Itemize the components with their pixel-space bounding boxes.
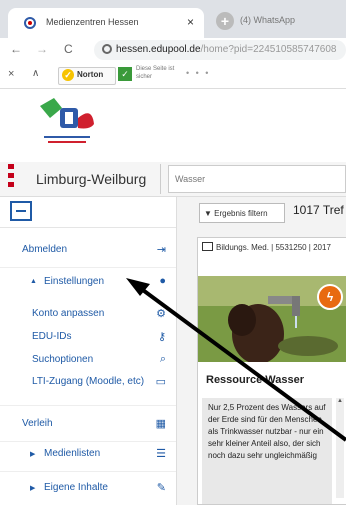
url-path: /home?pid=224510585747608 <box>200 44 337 55</box>
site-header: Limburg-Weilburg <box>0 162 346 197</box>
sidebar-item-eigene-inhalte[interactable]: ▶ Eigene Inhalte ✎ <box>0 479 176 499</box>
norton-label: Norton <box>77 70 104 79</box>
site-info-icon[interactable] <box>102 44 112 54</box>
expand-triangle-icon: ▶ <box>30 451 36 458</box>
result-card[interactable]: Bildungs. Med. | 5531250 | 2017 ϟ Ressou… <box>197 237 346 505</box>
sidebar: Abmelden ⇥ ▲ Einstellungen ● Konto anpas… <box>0 197 177 505</box>
browser-tab-whatsapp[interactable]: + (4) WhatsApp <box>212 10 346 36</box>
list-icon: ☰ <box>156 448 166 460</box>
filter-icon: ▼ <box>204 209 212 218</box>
results-panel: ▼ Ergebnis filtern 1017 Tref Bildungs. M… <box>177 197 346 505</box>
tab2-title: (4) WhatsApp <box>240 15 296 25</box>
back-icon[interactable]: ← <box>10 42 22 56</box>
close-icon[interactable]: × <box>8 68 14 80</box>
sidebar-divider <box>0 267 176 268</box>
sidebar-item-abmelden[interactable]: Abmelden ⇥ <box>0 241 176 261</box>
more-dots-icon[interactable]: • • • <box>186 68 210 78</box>
gear-icon: ⚙ <box>156 308 166 320</box>
sidebar-divider <box>0 227 176 228</box>
logout-icon: ⇥ <box>156 244 166 256</box>
search-icon: ⌕ <box>159 353 166 365</box>
site-favicon-icon <box>24 17 36 29</box>
scroll-up-icon[interactable]: ▲ <box>337 398 343 404</box>
search-input[interactable] <box>169 166 341 192</box>
norton-button[interactable]: ✓ Norton <box>58 67 116 85</box>
tab-close-icon[interactable]: × <box>187 15 194 29</box>
sidebar-item-label: EDU-IDs <box>32 331 72 342</box>
sidebar-item-einstellungen[interactable]: ▲ Einstellungen ● <box>0 273 176 293</box>
card-meta: Bildungs. Med. | 5531250 | 2017 <box>216 243 331 252</box>
chevron-up-icon[interactable]: ∧ <box>32 68 39 79</box>
calendar-icon: ▦ <box>155 418 166 430</box>
search-field[interactable] <box>168 165 346 193</box>
tab-title: Medienzentren Hessen <box>46 17 139 27</box>
card-title[interactable]: Ressource Wasser <box>206 374 304 386</box>
sidebar-item-medienlisten[interactable]: ▶ Medienlisten ☰ <box>0 445 176 465</box>
safeweb-text: Diese Seite ist sicher <box>136 66 175 80</box>
header-divider <box>160 164 161 194</box>
expand-triangle-icon: ▲ <box>30 278 37 285</box>
monitor-icon: ▭ <box>155 376 166 388</box>
card-description: Nur 2,5 Prozent des Wassers auf der Erde… <box>202 398 332 504</box>
sidebar-item-verleih[interactable]: Verleih ▦ <box>0 415 176 435</box>
sidebar-item-label: Eigene Inhalte <box>44 482 108 493</box>
description-scrollbar[interactable]: ▲ <box>336 398 344 498</box>
card-thumbnail[interactable]: ϟ <box>198 276 346 362</box>
sidebar-item-lti-zugang[interactable]: LTI-Zugang (Moodle, etc) ▭ <box>0 373 176 393</box>
address-bar: ← → C hessen.edupool.de/home?pid=2245105… <box>0 38 346 62</box>
edit-icon: ✎ <box>156 482 166 494</box>
safeweb-check-icon[interactable]: ✓ <box>118 67 132 81</box>
sidebar-divider <box>0 471 176 472</box>
hit-count: 1017 Tref <box>293 203 344 217</box>
sidebar-item-konto-anpassen[interactable]: Konto anpassen ⚙ <box>0 305 176 325</box>
sidebar-item-label: LTI-Zugang (Moodle, etc) <box>32 376 145 387</box>
sidebar-item-label: Suchoptionen <box>32 354 94 365</box>
card-description-text: Nur 2,5 Prozent des Wassers auf der Erde… <box>208 403 326 460</box>
reload-icon[interactable]: C <box>64 42 73 56</box>
sidebar-item-label: Verleih <box>22 418 53 429</box>
collapse-sidebar-button[interactable] <box>10 201 32 221</box>
sidebar-item-label: Medienlisten <box>44 448 101 459</box>
menu-bars-icon[interactable] <box>8 164 14 191</box>
sidebar-item-label: Einstellungen <box>44 276 105 287</box>
extensions-bar: × ∧ ✓ Norton ✓ Diese Seite ist sicher • … <box>0 62 346 89</box>
forward-icon[interactable]: → <box>36 42 48 56</box>
key-icon: ⚷ <box>157 331 166 343</box>
monitor-icon <box>202 242 213 251</box>
sidebar-divider <box>0 405 176 406</box>
medienzentren-logo[interactable] <box>32 96 102 154</box>
url-host: hessen.edupool.de <box>116 44 201 55</box>
sidebar-item-label: Abmelden <box>22 244 68 255</box>
region-title: Limburg-Weilburg <box>36 171 147 187</box>
norton-check-icon: ✓ <box>62 69 74 81</box>
url-field[interactable]: hessen.edupool.de/home?pid=2245105857476… <box>94 40 346 60</box>
expand-triangle-icon: ▶ <box>30 485 36 492</box>
sidebar-item-label: Konto anpassen <box>32 308 105 319</box>
browser-tab-bar: Medienzentren Hessen × + (4) WhatsApp <box>0 0 346 38</box>
sidebar-divider <box>0 441 176 442</box>
filter-button[interactable]: ▼ Ergebnis filtern <box>199 203 285 223</box>
sidebar-item-suchoptionen[interactable]: Suchoptionen ⌕ <box>0 351 176 371</box>
new-tab-plus-icon[interactable]: + <box>216 12 234 30</box>
user-icon: ● <box>159 275 166 287</box>
sidebar-item-edu-ids[interactable]: EDU-IDs ⚷ <box>0 328 176 348</box>
browser-tab-active[interactable]: Medienzentren Hessen × <box>8 8 204 38</box>
filter-label: Ergebnis filtern <box>214 209 268 218</box>
media-type-badge-icon: ϟ <box>317 284 343 310</box>
